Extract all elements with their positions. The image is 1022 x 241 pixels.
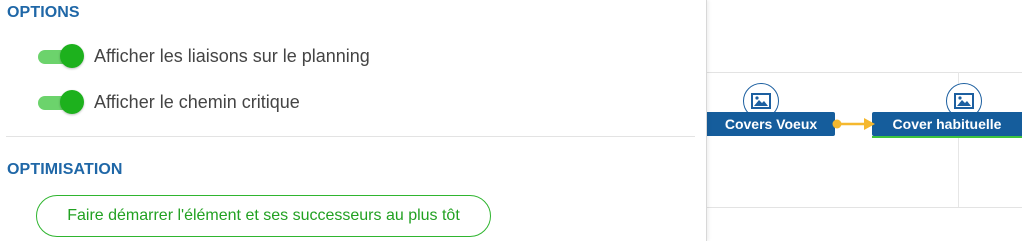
toggle-knob — [60, 90, 84, 114]
options-section-title: OPTIONS — [7, 4, 80, 21]
option-row-critical-path: Afficher le chemin critique — [38, 90, 300, 114]
task-bar-cover-habituelle[interactable]: Cover habituelle — [872, 112, 1022, 136]
optimisation-section-title: OPTIMISATION — [7, 161, 123, 178]
option-row-show-links: Afficher les liaisons sur le planning — [38, 44, 370, 68]
dependency-link-arrow[interactable] — [831, 114, 877, 134]
critical-path-toggle[interactable] — [38, 90, 86, 114]
section-divider — [6, 136, 695, 137]
start-asap-button[interactable]: Faire démarrer l'élément et ses successe… — [36, 195, 491, 237]
gantt-row-line — [707, 207, 1022, 208]
options-panel: OPTIONS Afficher les liaisons sur le pla… — [0, 0, 707, 241]
critical-path-label: Afficher le chemin critique — [94, 91, 300, 112]
show-links-toggle[interactable] — [38, 44, 86, 68]
gantt-area: Covers Voeux Cover habituelle — [707, 0, 1022, 241]
toggle-knob — [60, 44, 84, 68]
show-links-label: Afficher les liaisons sur le planning — [94, 45, 370, 66]
critical-path-indicator — [872, 136, 1022, 138]
gantt-row-line — [707, 72, 1022, 73]
task-bar-covers-voeux[interactable]: Covers Voeux — [707, 112, 835, 136]
